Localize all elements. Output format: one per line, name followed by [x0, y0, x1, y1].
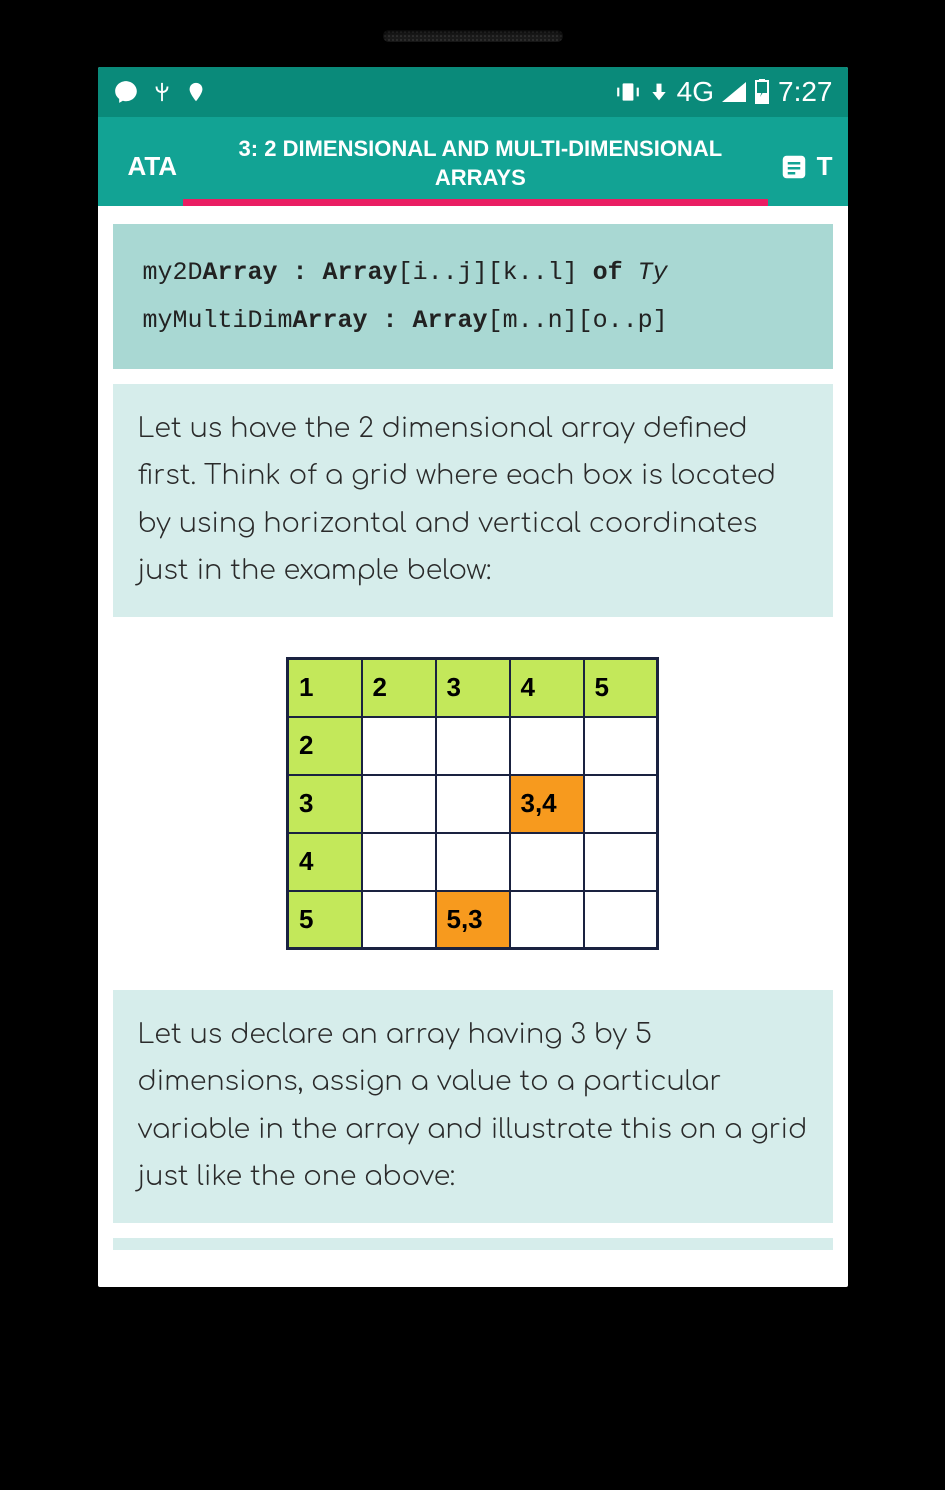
grid-header-cell: 4	[510, 659, 584, 717]
grid-cell	[510, 717, 584, 775]
code-line-2: myMultiDimArray : Array[m..n][o..p]	[143, 297, 803, 345]
grid-row-header: 5	[288, 891, 362, 949]
table-row: 4	[288, 833, 658, 891]
grid-diagram: 1 2 3 4 5 2 3	[98, 657, 848, 950]
note-icon	[779, 152, 809, 182]
grid-cell	[584, 891, 658, 949]
tab-left[interactable]: ATA	[113, 141, 193, 192]
grid-row-header: 3	[288, 775, 362, 833]
paragraph-1: Let us have the 2 dimensional array defi…	[113, 384, 833, 617]
grid-cell	[584, 717, 658, 775]
status-bar: 4G 7:27	[98, 67, 848, 117]
grid-cell-highlighted: 3,4	[510, 775, 584, 833]
grid-header-cell: 1	[288, 659, 362, 717]
signal-icon	[722, 82, 746, 102]
phone-speaker	[383, 30, 563, 42]
table-row: 3 3,4	[288, 775, 658, 833]
tab-right-label: T	[817, 151, 833, 182]
grid-cell	[362, 833, 436, 891]
vibrate-icon	[615, 79, 641, 105]
code-block: my2DArray : Array[i..j][k..l] of Ty myMu…	[113, 224, 833, 369]
grid-cell	[584, 833, 658, 891]
grid-cell	[584, 775, 658, 833]
location-icon	[185, 79, 207, 105]
grid-cell	[510, 891, 584, 949]
grid-header-cell: 5	[584, 659, 658, 717]
messenger-icon	[113, 79, 139, 105]
location-small-icon	[649, 82, 669, 102]
battery-icon	[754, 79, 770, 105]
screen: 4G 7:27 ATA 3: 2 DIMENSIONAL AND MULTI-D…	[98, 67, 848, 1287]
grid-cell	[510, 833, 584, 891]
grid-cell-highlighted: 5,3	[436, 891, 510, 949]
table-row: 5 5,3	[288, 891, 658, 949]
status-left-icons	[113, 79, 207, 105]
tab-right[interactable]: T	[769, 141, 833, 192]
grid-cell	[362, 775, 436, 833]
grid-cell	[362, 717, 436, 775]
table-row: 2	[288, 717, 658, 775]
tab-center-active[interactable]: 3: 2 DIMENSIONAL AND MULTI-DIMENSIONAL A…	[192, 127, 769, 206]
psi-icon	[151, 81, 173, 103]
grid-cell	[436, 833, 510, 891]
status-right: 4G 7:27	[615, 76, 833, 108]
content-area[interactable]: my2DArray : Array[i..j][k..l] of Ty myMu…	[98, 206, 848, 1268]
network-label: 4G	[677, 76, 714, 108]
grid-row-header: 2	[288, 717, 362, 775]
grid-cell	[362, 891, 436, 949]
tab-indicator	[183, 199, 768, 206]
phone-frame: 4G 7:27 ATA 3: 2 DIMENSIONAL AND MULTI-D…	[78, 0, 868, 1327]
clock-time: 7:27	[778, 76, 833, 108]
grid-cell	[436, 717, 510, 775]
app-header: ATA 3: 2 DIMENSIONAL AND MULTI-DIMENSION…	[98, 117, 848, 206]
next-block-hint	[113, 1238, 833, 1250]
paragraph-2: Let us declare an array having 3 by 5 di…	[113, 990, 833, 1223]
grid-cell	[436, 775, 510, 833]
grid-table: 1 2 3 4 5 2 3	[286, 657, 659, 950]
code-line-1: my2DArray : Array[i..j][k..l] of Ty	[143, 249, 803, 297]
table-row: 1 2 3 4 5	[288, 659, 658, 717]
grid-row-header: 4	[288, 833, 362, 891]
grid-header-cell: 3	[436, 659, 510, 717]
grid-header-cell: 2	[362, 659, 436, 717]
